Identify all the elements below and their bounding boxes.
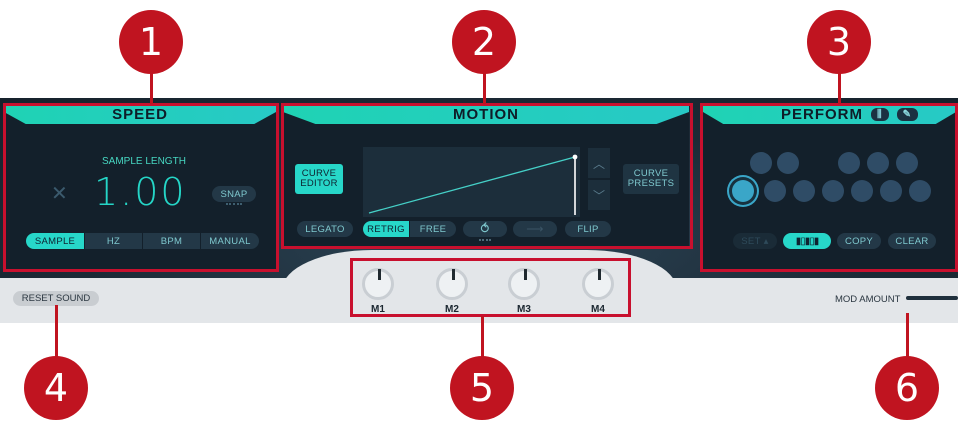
highlight-box-5 <box>350 258 631 317</box>
reset-sound-button[interactable]: RESET SOUND <box>13 291 99 306</box>
callout-badge: 5 <box>450 356 514 420</box>
reset-sound-label: RESET SOUND <box>21 293 91 304</box>
callout-2: 2 <box>452 10 516 80</box>
callout-badge: 3 <box>807 10 871 74</box>
callout-6: 6 <box>875 356 939 426</box>
mod-amount-label: MOD AMOUNT <box>835 294 901 305</box>
mod-amount-slider[interactable] <box>906 296 958 300</box>
callout-badge: 2 <box>452 10 516 74</box>
callout-stem-4 <box>55 305 58 363</box>
callout-1: 1 <box>119 10 183 80</box>
callout-badge: 6 <box>875 356 939 420</box>
highlight-box-2 <box>281 103 693 249</box>
callout-5: 5 <box>450 356 514 426</box>
highlight-box-1 <box>3 103 279 272</box>
highlight-box-3 <box>700 103 958 272</box>
callout-3: 3 <box>807 10 871 80</box>
callout-badge: 4 <box>24 356 88 420</box>
callout-badge: 1 <box>119 10 183 74</box>
callout-4: 4 <box>24 356 88 426</box>
